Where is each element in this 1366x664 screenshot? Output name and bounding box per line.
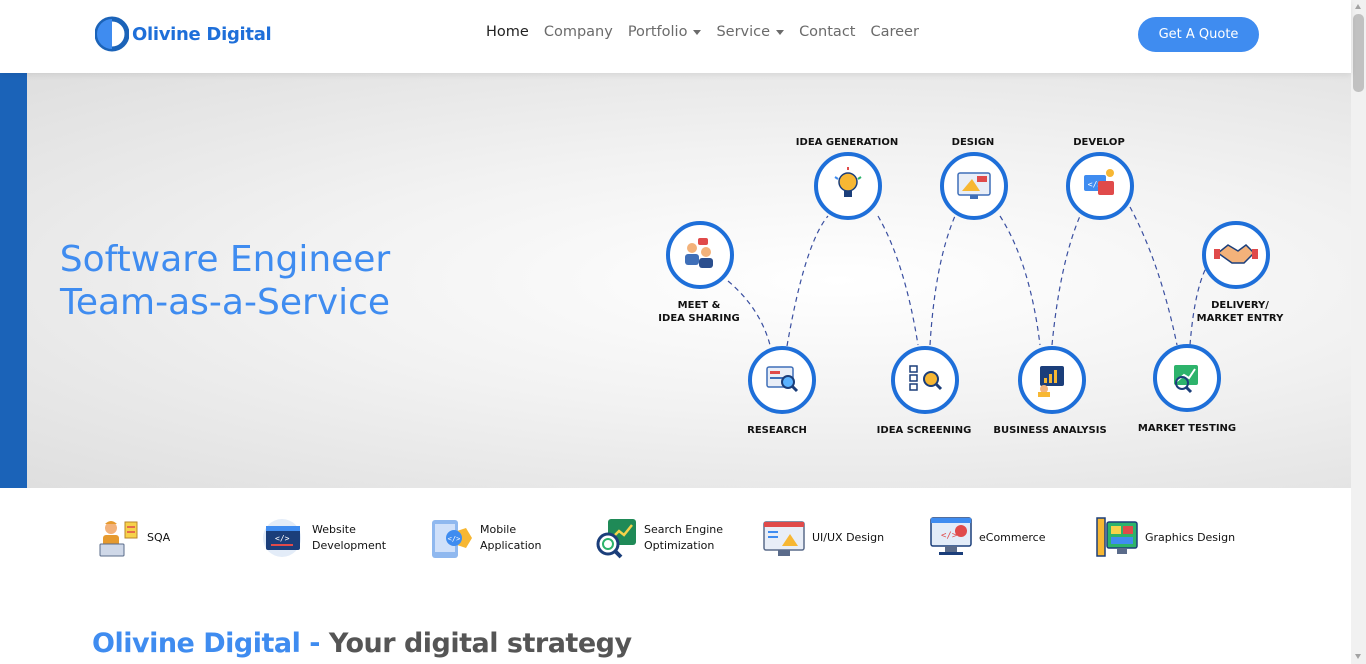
service-seo-label: Search Engine Optimization bbox=[644, 523, 723, 552]
nav-contact-label: Contact bbox=[799, 24, 856, 40]
connector-8 bbox=[1189, 260, 1211, 346]
service-uiux-design-label: UI/UX Design bbox=[812, 531, 885, 544]
service-ecommerce-label: eCommerce bbox=[979, 531, 1046, 544]
service-seo[interactable]: Search Engine Optimization bbox=[594, 516, 723, 560]
step-market-testing: MARKET TESTING bbox=[1138, 344, 1236, 434]
get-a-quote-button[interactable]: Get A Quote bbox=[1138, 17, 1259, 52]
chevron-down-icon bbox=[693, 29, 702, 35]
connector-6 bbox=[1051, 215, 1081, 346]
website-icon: </> bbox=[263, 519, 301, 557]
service-uiux-design[interactable]: UI/UX Design bbox=[762, 516, 884, 560]
service-graphics-design-label: Graphics Design bbox=[1145, 531, 1236, 544]
hero-title-line2: Team-as-a-Service bbox=[59, 282, 391, 323]
scroll-down-arrow-icon[interactable] bbox=[1355, 654, 1361, 659]
logo-mark-icon bbox=[94, 15, 130, 53]
svg-text:</>: </> bbox=[448, 535, 461, 543]
connector-3 bbox=[877, 215, 919, 346]
mobile-app-icon: </> bbox=[432, 520, 472, 558]
hero-banner: Software Engineer Team-as-a-Service MEET… bbox=[0, 73, 1351, 488]
service-graphics-design[interactable]: Graphics Design bbox=[1095, 516, 1235, 560]
connector-7 bbox=[1129, 206, 1178, 346]
services-strip: SQA </> Website Development </> Mobile A… bbox=[0, 488, 1351, 588]
step-meet-label-line2: IDEA SHARING bbox=[658, 313, 739, 324]
brand-logo[interactable]: Olivine Digital bbox=[94, 15, 272, 53]
service-ecommerce[interactable]: </> eCommerce bbox=[929, 516, 1045, 560]
section-heading: Olivine Digital - Your digital strategy bbox=[92, 628, 632, 659]
section-heading-brand: Olivine Digital - bbox=[92, 628, 321, 659]
page-scrollbar[interactable] bbox=[1351, 0, 1366, 664]
nav-portfolio-label: Portfolio bbox=[627, 24, 688, 40]
step-design: DESIGN bbox=[940, 137, 1008, 220]
service-mobile-application-label: Mobile Application bbox=[480, 523, 542, 552]
service-sqa[interactable]: SQA bbox=[97, 516, 170, 560]
nav-contact[interactable]: Contact bbox=[799, 24, 855, 40]
step-meet: MEET & IDEA SHARING bbox=[658, 221, 740, 324]
nav-service-dropdown[interactable]: Service bbox=[716, 24, 785, 40]
brand-name: Olivine Digital bbox=[132, 23, 272, 45]
connector-2 bbox=[786, 215, 829, 347]
nav-company[interactable]: Company bbox=[544, 24, 613, 40]
graphics-icon bbox=[1096, 517, 1138, 557]
step-business-analysis-label: BUSINESS ANALYSIS bbox=[993, 425, 1106, 436]
step-delivery-label-line1: DELIVERY/ bbox=[1211, 300, 1269, 311]
step-delivery-label-line2: MARKET ENTRY bbox=[1197, 313, 1284, 324]
design-icon bbox=[957, 172, 991, 199]
hero-accent-bar bbox=[0, 73, 27, 488]
uiux-icon bbox=[763, 521, 805, 556]
service-mobile-application[interactable]: </> Mobile Application bbox=[430, 516, 541, 560]
chevron-down-icon bbox=[776, 29, 785, 35]
main-nav: Home Company Portfolio Service Contact C… bbox=[486, 24, 934, 40]
research-icon bbox=[766, 366, 799, 393]
nav-company-label: Company bbox=[543, 24, 613, 40]
nav-service-label: Service bbox=[716, 24, 771, 40]
process-diagram: MEET & IDEA SHARING RESEARCH IDEA GENERA… bbox=[658, 137, 1284, 436]
scrollbar-thumb[interactable] bbox=[1353, 14, 1364, 92]
section-heading-rest: Your digital strategy bbox=[328, 628, 632, 659]
process-connectors bbox=[727, 206, 1211, 347]
seo-icon bbox=[596, 519, 636, 559]
svg-text:</>: </> bbox=[275, 534, 290, 543]
service-website-development-label: Website Development bbox=[312, 523, 387, 552]
navbar: Olivine Digital Home Company Portfolio S… bbox=[0, 0, 1351, 73]
service-sqa-label: SQA bbox=[147, 531, 171, 544]
sqa-icon bbox=[99, 521, 138, 557]
step-research-label: RESEARCH bbox=[747, 425, 807, 436]
connector-4 bbox=[929, 215, 956, 346]
hero-title: Software Engineer Team-as-a-Service bbox=[40, 238, 410, 324]
nav-career-label: Career bbox=[870, 24, 919, 40]
nav-home-label: Home bbox=[486, 24, 529, 40]
step-develop-label: DEVELOP bbox=[1073, 137, 1125, 148]
service-website-development[interactable]: </> Website Development bbox=[262, 516, 386, 560]
step-idea-generation-label: IDEA GENERATION bbox=[796, 137, 898, 148]
nav-home[interactable]: Home bbox=[486, 24, 529, 40]
step-market-testing-label: MARKET TESTING bbox=[1138, 423, 1236, 434]
step-develop: </> DEVELOP bbox=[1066, 137, 1134, 220]
nav-portfolio-dropdown[interactable]: Portfolio bbox=[628, 24, 702, 40]
hero-title-line1: Software Engineer bbox=[59, 239, 391, 280]
step-idea-generation: IDEA GENERATION bbox=[796, 137, 898, 220]
scroll-up-arrow-icon[interactable] bbox=[1355, 4, 1361, 9]
ecommerce-icon: </> bbox=[930, 517, 972, 555]
step-design-label: DESIGN bbox=[952, 137, 995, 148]
step-meet-label-line1: MEET & bbox=[678, 300, 721, 311]
connector-5 bbox=[999, 215, 1041, 346]
page: Olivine Digital Home Company Portfolio S… bbox=[0, 0, 1366, 664]
nav-career[interactable]: Career bbox=[870, 24, 918, 40]
step-idea-screening: IDEA SCREENING bbox=[877, 346, 972, 436]
step-business-analysis: BUSINESS ANALYSIS bbox=[993, 346, 1107, 436]
step-idea-screening-label: IDEA SCREENING bbox=[877, 425, 972, 436]
step-delivery: DELIVERY/ MARKET ENTRY bbox=[1197, 221, 1284, 324]
step-research: RESEARCH bbox=[747, 346, 816, 436]
